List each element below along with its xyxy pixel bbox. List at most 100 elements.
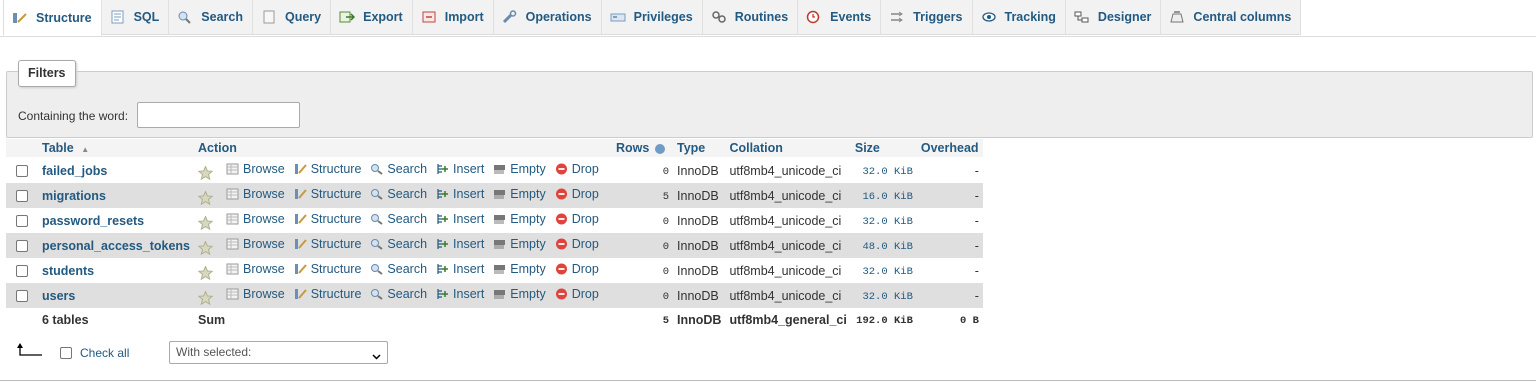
privileges-icon [610, 10, 626, 24]
action-search-link[interactable]: Search [370, 237, 427, 251]
row-checkbox[interactable] [16, 215, 28, 228]
tab-structure[interactable]: Structure [3, 0, 102, 36]
action-drop-link[interactable]: Drop [555, 237, 599, 251]
action-drop-link[interactable]: Drop [555, 187, 599, 201]
tab-search[interactable]: Search [169, 0, 253, 35]
tab-routines[interactable]: Routines [702, 0, 799, 35]
action-search-link[interactable]: Search [370, 287, 427, 301]
row-checkbox-cell [6, 183, 38, 208]
action-empty-link[interactable]: Empty [493, 262, 546, 276]
action-insert-link[interactable]: Insert [436, 187, 484, 201]
table-name-link[interactable]: users [42, 289, 75, 303]
action-drop-link[interactable]: Drop [555, 162, 599, 176]
tab-triggers[interactable]: Triggers [881, 0, 973, 35]
action-insert-link[interactable]: Insert [436, 237, 484, 251]
tab-privileges[interactable]: Privileges [601, 0, 703, 35]
table-header-row: Table ▲ Action Rows Type Collation Size … [6, 139, 983, 158]
size-link[interactable]: 16.0 KiB [862, 191, 912, 203]
action-insert-link[interactable]: Insert [436, 262, 484, 276]
size-link[interactable]: 48.0 KiB [862, 241, 912, 253]
tab-events[interactable]: Events [798, 0, 882, 35]
size-link[interactable]: 32.0 KiB [862, 216, 912, 228]
row-checkbox[interactable] [16, 190, 28, 203]
tab-operations[interactable]: Operations [493, 0, 602, 35]
action-search-link[interactable]: Search [370, 262, 427, 276]
action-browse-link[interactable]: Browse [226, 262, 285, 276]
action-structure-link[interactable]: Structure [294, 262, 361, 276]
with-selected-select[interactable]: With selected: [169, 341, 388, 364]
action-insert-link[interactable]: Insert [436, 212, 484, 226]
header-size[interactable]: Size [850, 139, 917, 158]
tab-designer[interactable]: Designer [1065, 0, 1162, 35]
table-name-link[interactable]: personal_access_tokens [42, 239, 190, 253]
action-structure-link[interactable]: Structure [294, 212, 361, 226]
action-empty-link[interactable]: Empty [493, 237, 546, 252]
filter-input[interactable] [137, 102, 300, 128]
star-icon[interactable] [197, 264, 214, 280]
action-structure-link[interactable]: Structure [294, 237, 361, 251]
action-structure-link[interactable]: Structure [294, 287, 361, 301]
action-browse-link[interactable]: Browse [226, 187, 285, 201]
row-checkbox[interactable] [16, 265, 28, 278]
table-name-link[interactable]: students [42, 264, 94, 278]
type-value: InnoDB [677, 263, 719, 278]
star-icon[interactable] [197, 239, 214, 255]
star-icon[interactable] [197, 164, 214, 180]
summary-row: 6 tables Sum 5 InnoDB utf8mb4_general_ci 192.… [6, 308, 983, 331]
header-collation[interactable]: Collation [725, 139, 851, 158]
action-search-link[interactable]: Search [370, 162, 427, 176]
action-browse-link[interactable]: Browse [226, 237, 285, 251]
tab-export[interactable]: Export [331, 0, 413, 35]
collation-value: utf8mb4_unicode_ci [729, 263, 842, 278]
action-insert-link[interactable]: Insert [436, 287, 484, 301]
tab-query[interactable]: Query [252, 0, 332, 35]
action-empty-link[interactable]: Empty [493, 212, 546, 226]
row-checkbox[interactable] [16, 165, 28, 178]
header-table[interactable]: Table ▲ [38, 139, 195, 158]
search-icon [370, 238, 384, 251]
help-icon[interactable] [654, 143, 665, 154]
table-name-cell: password_resets [38, 208, 195, 233]
tab-central-columns[interactable]: Central columns [1161, 0, 1302, 35]
row-checkbox-cell [6, 258, 38, 283]
star-icon[interactable] [197, 289, 214, 305]
star-icon[interactable] [197, 189, 214, 205]
check-all-label[interactable]: Check all [80, 346, 129, 360]
tab-import[interactable]: Import [412, 0, 494, 35]
action-structure-link[interactable]: Structure [294, 162, 362, 177]
action-label: Structure [310, 162, 362, 177]
size-link[interactable]: 32.0 KiB [862, 291, 912, 303]
action-browse-link[interactable]: Browse [226, 287, 285, 301]
action-search-link[interactable]: Search [370, 187, 427, 201]
action-label: Empty [510, 237, 546, 252]
action-drop-link[interactable]: Drop [555, 212, 599, 226]
structure-icon [294, 263, 307, 275]
size-link[interactable]: 32.0 KiB [862, 166, 912, 178]
star-icon[interactable] [197, 214, 214, 230]
action-structure-link[interactable]: Structure [294, 187, 361, 201]
header-overhead[interactable]: Overhead [916, 139, 983, 158]
action-empty-link[interactable]: Empty [493, 187, 546, 201]
tab-tracking[interactable]: Tracking [972, 0, 1066, 35]
header-rows[interactable]: Rows [612, 139, 674, 158]
empty-icon [493, 288, 506, 300]
tab-sql[interactable]: SQL [101, 0, 170, 35]
action-drop-link[interactable]: Drop [555, 287, 599, 301]
action-empty-link[interactable]: Empty [493, 162, 546, 176]
action-empty-link[interactable]: Empty [493, 287, 546, 301]
table-name-link[interactable]: failed_jobs [42, 164, 107, 178]
action-search-link[interactable]: Search [370, 212, 427, 226]
table-name-link[interactable]: password_resets [42, 214, 144, 228]
action-browse-link[interactable]: Browse [226, 162, 285, 176]
action-insert-link[interactable]: Insert [436, 162, 484, 176]
check-all-checkbox[interactable] [60, 347, 72, 359]
action-drop-link[interactable]: Drop [555, 262, 599, 276]
action-browse-link[interactable]: Browse [226, 212, 285, 226]
row-checkbox[interactable] [16, 290, 28, 303]
sort-asc-icon: ▲ [81, 145, 90, 154]
designer-icon [1074, 10, 1090, 24]
row-checkbox[interactable] [16, 240, 28, 253]
header-type[interactable]: Type [673, 139, 726, 158]
table-name-link[interactable]: migrations [42, 189, 106, 203]
size-link[interactable]: 32.0 KiB [862, 266, 912, 278]
